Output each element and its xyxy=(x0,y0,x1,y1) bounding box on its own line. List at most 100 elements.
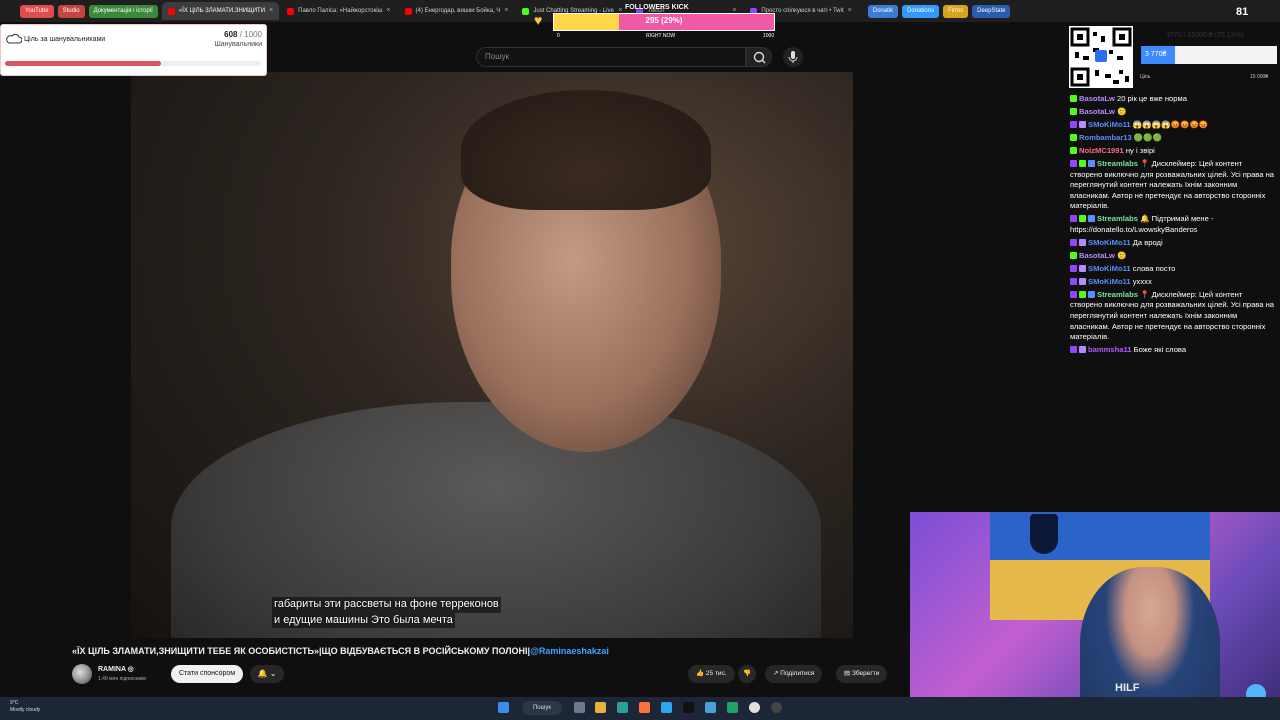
chat-message: BasotaLw 20 рік це вже норма xyxy=(1070,94,1276,105)
chat-text: Боже які слова xyxy=(1133,345,1187,355)
bookmark-pill[interactable]: Donatik xyxy=(867,4,899,18)
tab-label: «ЇХ ЦІЛЬ ЗЛАМАТИ,ЗНИЩИТИ xyxy=(178,8,266,14)
taskbar-search[interactable]: Пошук xyxy=(522,701,562,715)
save-button[interactable]: ▤ Зберегти xyxy=(836,665,888,683)
badge-icon xyxy=(1079,346,1086,354)
app-icon[interactable] xyxy=(705,702,716,713)
obs-icon[interactable] xyxy=(771,702,782,713)
excel-icon[interactable] xyxy=(727,702,738,713)
share-button[interactable]: ↗ Поділитися xyxy=(765,665,823,683)
chat-username[interactable]: SMoKiMo11 xyxy=(1088,277,1131,286)
followers-min: 0 xyxy=(557,33,560,39)
bookmark-pill[interactable]: DeepState xyxy=(972,4,1011,18)
close-icon[interactable]: × xyxy=(504,2,508,20)
chat-message: bammsha11 Боже які слова xyxy=(1070,345,1276,356)
share-label: Поділитися xyxy=(780,670,815,677)
viewer-count: 81 xyxy=(1236,6,1249,18)
tab-favicon-icon xyxy=(287,7,295,15)
donation-progress-text: 3770 / 15000 ₴ (25.13%) xyxy=(1166,32,1244,39)
badge-icon xyxy=(1088,159,1095,167)
telegram-icon[interactable] xyxy=(661,702,672,713)
like-button[interactable]: 👍 25 тис. xyxy=(688,665,735,683)
badge-icon xyxy=(1070,159,1077,167)
followers-now: RIGHT NOW xyxy=(646,33,676,39)
badge-icon xyxy=(1070,146,1077,154)
close-icon[interactable]: × xyxy=(848,2,852,20)
chat-text: ну і звірі xyxy=(1125,145,1155,155)
badge-icon xyxy=(1079,277,1086,285)
chat-message: Streamlabs 🔔 Підтримай мене - https://do… xyxy=(1070,214,1276,235)
badge-icon xyxy=(1070,95,1077,102)
badge-icon xyxy=(1079,159,1086,167)
search-input[interactable]: Пошук xyxy=(476,47,746,67)
chrome-icon[interactable] xyxy=(749,702,760,713)
chat-username[interactable]: BasotaLw xyxy=(1079,251,1115,260)
video-title-tag[interactable]: @Raminaeshakzai xyxy=(530,646,609,656)
badge-icon xyxy=(1070,346,1077,354)
tab-label: (4) Енергодар, вишки Бойка, Ч xyxy=(415,8,501,14)
chat-username[interactable]: Streamlabs xyxy=(1097,214,1138,223)
task-view-icon[interactable] xyxy=(574,702,585,713)
chat-username[interactable]: Rombambar13 xyxy=(1079,133,1132,142)
video-player[interactable] xyxy=(131,72,853,638)
weather-temp: 9°C xyxy=(10,700,19,706)
bell-icon[interactable]: 🔔 ⌄ xyxy=(250,665,284,683)
badge-icon xyxy=(1070,264,1077,272)
video-title: «ЇХ ЦІЛЬ ЗЛАМАТИ,ЗНИЩИТИ ТЕБЕ ЯК ОСОБИСТ… xyxy=(72,646,609,656)
chat-username[interactable]: SMoKiMo11 xyxy=(1088,238,1131,247)
heart-icon: ♥ xyxy=(534,12,543,28)
sponsor-button[interactable]: Стати спонсором xyxy=(171,665,244,683)
folder-icon[interactable] xyxy=(595,702,606,713)
tab-favicon-icon xyxy=(167,7,175,15)
goal-current: 608 xyxy=(224,30,238,39)
firefox-icon[interactable] xyxy=(639,702,650,713)
weather-widget[interactable]: 9°C Mostly cloudy xyxy=(10,700,40,714)
subtitle-line: габариты эти рассветы на фоне терреконов xyxy=(272,597,501,613)
browser-tab[interactable]: Павло Паліса: «Найжорстокіш × xyxy=(281,2,396,20)
bookmark-pill[interactable]: Документація і історії xyxy=(88,4,158,18)
start-icon[interactable] xyxy=(498,702,509,713)
chat-text: 😱😱😱😱😡😡😡😡 xyxy=(1132,119,1209,129)
chat-username[interactable]: Streamlabs xyxy=(1097,290,1138,299)
taskbar-search-label: Пошук xyxy=(532,705,552,711)
search-icon[interactable] xyxy=(746,47,772,67)
chat-username[interactable]: NoizMC1991 xyxy=(1079,146,1124,155)
tiktok-icon[interactable] xyxy=(683,702,694,713)
microphone-icon[interactable] xyxy=(783,47,803,67)
badge-icon xyxy=(1070,107,1077,115)
video-title-text: «ЇХ ЦІЛЬ ЗЛАМАТИ,ЗНИЩИТИ ТЕБЕ ЯК ОСОБИСТ… xyxy=(72,646,531,656)
badge-icon xyxy=(1070,290,1077,298)
badge-icon xyxy=(1079,238,1086,246)
chat-username[interactable]: bammsha11 xyxy=(1088,345,1131,354)
chat-username[interactable]: BasotaLw xyxy=(1079,94,1115,103)
browser-tab[interactable]: (4) Енергодар, вишки Бойка, Ч × xyxy=(399,2,515,20)
qr-code xyxy=(1069,26,1133,88)
goal-target: / 1000 xyxy=(239,30,262,39)
chat-message: Rombambar13 🟢🟢🟢 xyxy=(1070,133,1276,144)
video-subtitle: габариты эти рассветы на фоне терреконов… xyxy=(272,597,501,628)
badge-icon xyxy=(1070,133,1077,141)
emblem-icon xyxy=(1030,514,1058,554)
chat-username[interactable]: Streamlabs xyxy=(1097,159,1138,168)
bookmark-pill[interactable]: Studio xyxy=(57,4,85,18)
badge-icon xyxy=(1070,277,1077,285)
badge-icon xyxy=(1070,120,1077,128)
bookmark-pill[interactable]: Donations xyxy=(902,4,940,18)
bookmark-pill[interactable]: Firms xyxy=(943,4,969,18)
chat-username[interactable]: SMoKiMo11 xyxy=(1088,120,1131,129)
dislike-icon[interactable]: 👎 xyxy=(738,665,757,683)
chat-username[interactable]: SMoKiMo11 xyxy=(1088,264,1131,273)
webcam-shirt-text: HILF xyxy=(1115,682,1140,694)
tab-label: Павло Паліса: «Найжорстокіш xyxy=(298,8,383,14)
bookmark-pill[interactable]: YouTube xyxy=(20,4,54,18)
goal-unit: Шанувальники xyxy=(214,41,262,48)
chat-username[interactable]: BasotaLw xyxy=(1079,107,1115,116)
edge-icon[interactable] xyxy=(617,702,628,713)
browser-tab[interactable]: «ЇХ ЦІЛЬ ЗЛАМАТИ,ЗНИЩИТИ × xyxy=(161,2,280,20)
chat-text: 🙂 xyxy=(1117,250,1127,260)
chat-message: SMoKiMo11 ухххх xyxy=(1070,277,1276,288)
close-icon[interactable]: × xyxy=(269,2,273,20)
channel-name[interactable]: RAMINA ◎ xyxy=(98,665,134,673)
close-icon[interactable]: × xyxy=(386,2,390,20)
avatar[interactable] xyxy=(72,664,92,684)
